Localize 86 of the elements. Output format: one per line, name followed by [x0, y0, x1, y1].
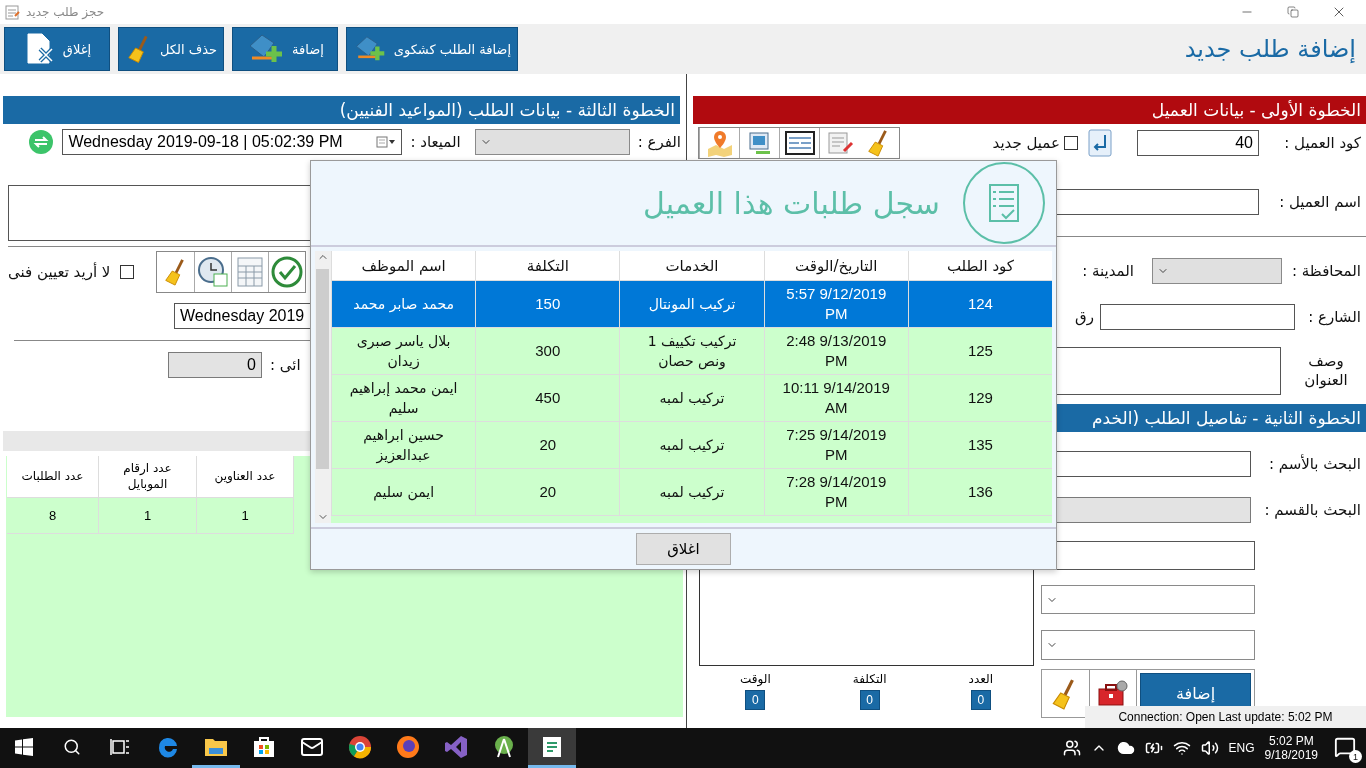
toolbar-button[interactable]: إضافة	[232, 27, 338, 71]
total-label: الوقت	[740, 672, 771, 686]
confirm-button[interactable]	[268, 252, 305, 292]
app-icon	[4, 4, 20, 20]
field-label: وصف العنوان	[1303, 352, 1349, 390]
table-cell: 8	[7, 498, 99, 534]
search-icon	[63, 737, 81, 756]
ribbon-logo-icon	[444, 734, 468, 759]
table-cell: 136	[907, 469, 1052, 516]
dropdown[interactable]	[1041, 630, 1255, 660]
column-header: عدد ارقام الموبايل	[99, 456, 197, 498]
status-tooltip: Connection: Open Last update: 5:02 PM	[1085, 706, 1366, 728]
table-cell: تركيب لمبه	[619, 469, 764, 516]
notification-icon[interactable]	[1334, 736, 1356, 758]
note-pencil-icon	[825, 129, 854, 157]
total-label: العدد	[968, 672, 993, 686]
compass-logo-icon	[492, 734, 516, 759]
shopping-bag-icon	[252, 734, 276, 759]
total-field[interactable]: 0	[168, 352, 262, 378]
spreadsheet-icon	[235, 256, 265, 288]
scrollbar-thumb[interactable]	[316, 269, 329, 469]
dropdown[interactable]	[474, 129, 630, 155]
toolbar-button[interactable]: إضافة الطلب كشكوى	[346, 27, 518, 71]
enter-icon[interactable]	[1088, 129, 1112, 157]
volume-icon[interactable]	[1200, 739, 1219, 757]
checklist-icon	[962, 161, 1046, 245]
section-header: الخطوة الثالثة - بيانات الطلب (المواعيد الفنيين)	[3, 96, 680, 124]
total-value: 0	[859, 690, 880, 710]
window-title: حجز طلب جديد	[26, 5, 105, 19]
document-icon	[540, 734, 564, 759]
total-value: 0	[970, 690, 991, 710]
column-header: عدد الطلبات	[7, 456, 99, 498]
date-time-picker[interactable]: Wednesday 2019-09-18 | 05:02:39 PM	[62, 129, 403, 155]
checkbox[interactable]	[120, 265, 135, 279]
task-view-icon	[110, 737, 130, 756]
field-label: البحث بالأسم :	[1267, 454, 1361, 474]
wifi-icon[interactable]	[1172, 739, 1191, 757]
total-value: 0	[745, 690, 766, 710]
total-label: التكلفة	[852, 672, 887, 686]
field-label: كود العميل :	[1283, 133, 1361, 153]
page-title: إضافة طلب جديد	[1184, 35, 1357, 63]
toolbar-button[interactable]: حذف الكل	[118, 27, 224, 71]
clock-time[interactable]: 5:02 PM	[1268, 734, 1314, 748]
dialog-title: سجل طلبات هذا العميل	[642, 185, 940, 221]
toolbar-button[interactable]: إغلاق	[4, 27, 110, 71]
checkbox-label: عميل جديد	[992, 133, 1060, 153]
field-label: اسم العميل :	[1278, 192, 1361, 212]
circle-logo-icon	[348, 734, 372, 759]
checkbox-label: لا أريد تعيين فنى	[8, 262, 111, 282]
field-label: البحث بالقسم :	[1263, 500, 1361, 520]
table-cell: 1	[197, 498, 294, 534]
clock-calendar-icon	[197, 256, 229, 288]
field-label: الميعاد :	[410, 132, 461, 152]
language-indicator[interactable]: ENG	[1228, 741, 1255, 755]
notification-count: 1	[1349, 750, 1362, 763]
dropdown[interactable]	[1041, 585, 1255, 614]
field-label: الفرع :	[637, 132, 681, 152]
people-icon[interactable]	[1062, 739, 1081, 757]
windows-logo-icon	[15, 737, 33, 756]
scrollbar[interactable]	[315, 251, 331, 523]
table-cell: ايمن سليم	[331, 469, 476, 516]
table-cell: 1	[99, 498, 197, 534]
fox-logo-icon	[396, 734, 420, 759]
cloud-icon[interactable]	[1116, 739, 1135, 757]
table-cell: 7:28 9/14/2019 PM	[763, 469, 908, 516]
form-icon	[783, 129, 816, 157]
taskbar-button[interactable]	[528, 728, 576, 768]
street-field[interactable]	[1100, 304, 1295, 330]
check-icon	[271, 256, 303, 288]
clock-date[interactable]: 9/18/2019	[1264, 748, 1318, 762]
map-pin-icon	[705, 129, 734, 157]
section-header: الخطوة الأولى - بيانات العميل	[693, 96, 1366, 124]
column-header: عدد العناوين	[197, 456, 294, 498]
customer-code-field[interactable]: 40	[1137, 130, 1259, 156]
field-label: المدينة :	[1082, 261, 1134, 281]
field-label: الشارع :	[1307, 307, 1361, 327]
close-button[interactable]: اغلاق	[636, 533, 731, 565]
restore-icon	[1287, 6, 1299, 18]
dropdown[interactable]	[1152, 258, 1282, 284]
field-label: ائى :	[270, 355, 301, 375]
table-cell: 20	[475, 469, 620, 516]
field-label: المحافظة :	[1292, 261, 1361, 281]
schedule-button[interactable]	[194, 252, 231, 292]
calendar-dropdown-icon	[376, 136, 397, 148]
field-label: رق	[1075, 307, 1094, 327]
checkbox[interactable]	[1064, 136, 1078, 150]
